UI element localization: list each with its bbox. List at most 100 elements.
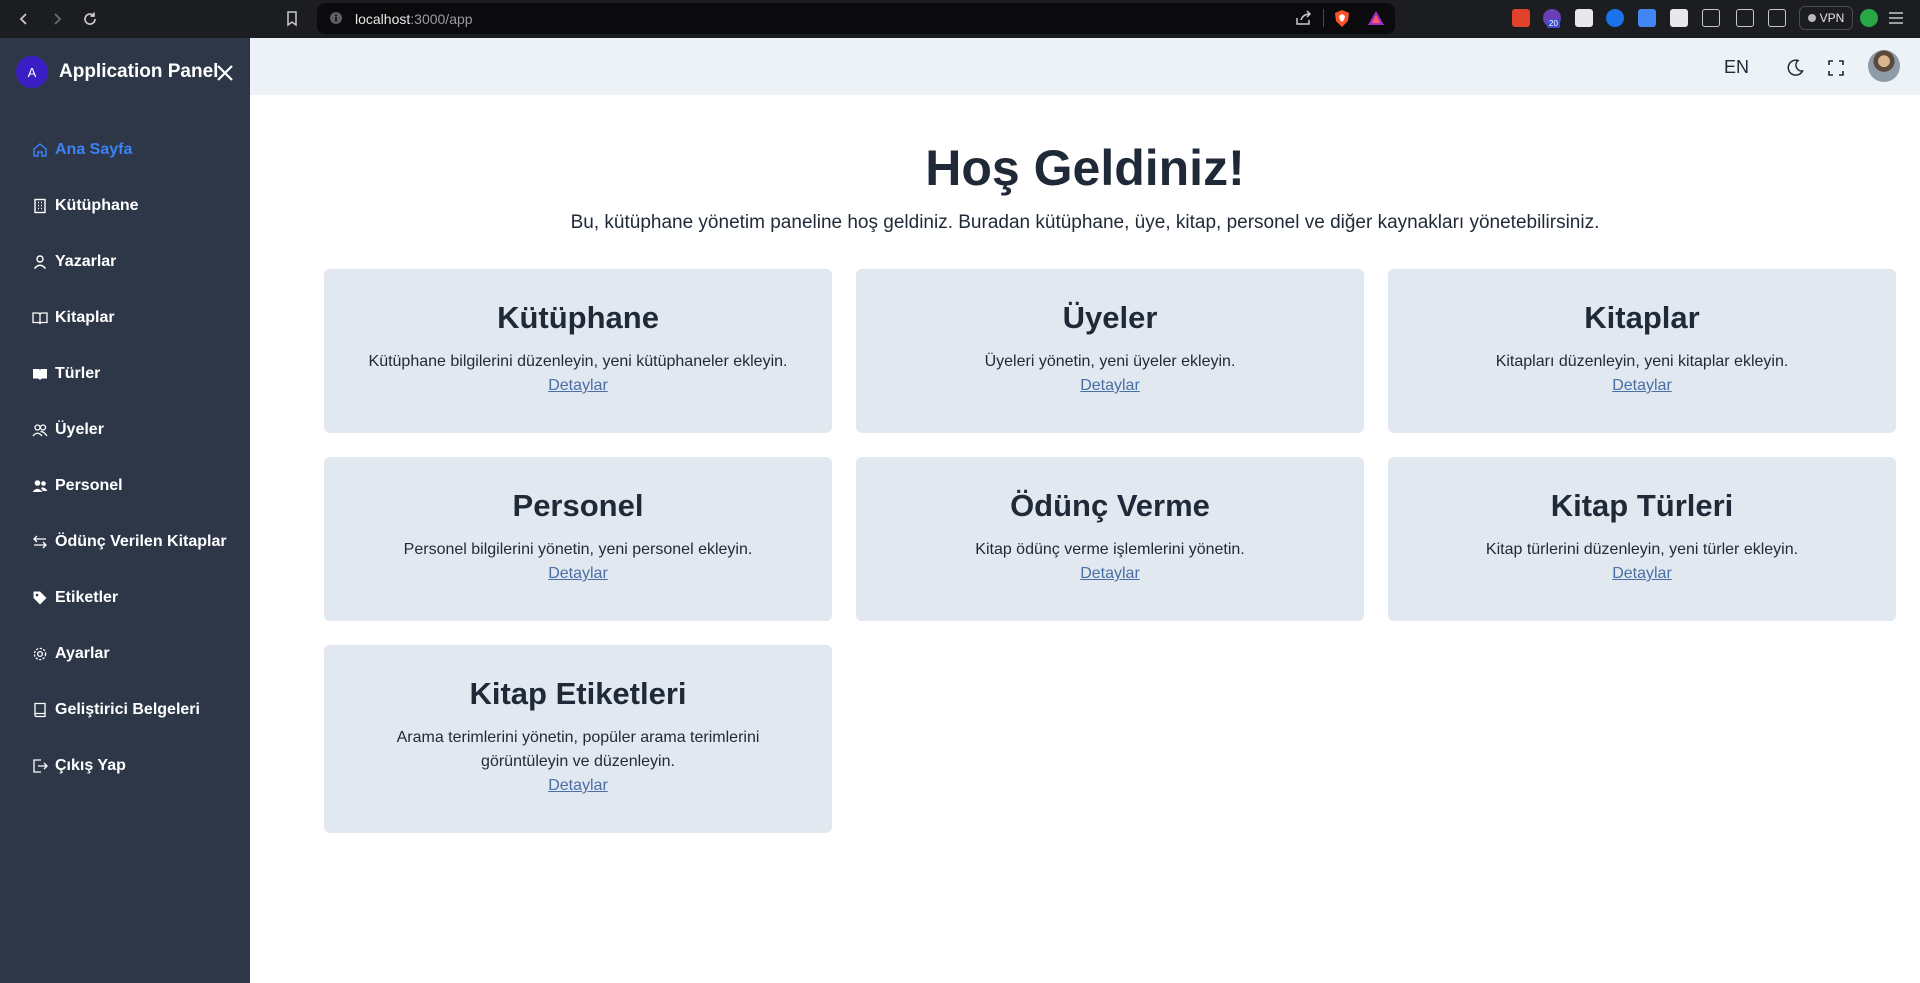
puzzle-icon[interactable] (1702, 9, 1720, 27)
card-title: Ödünç Verme (1010, 488, 1210, 523)
back-icon[interactable] (14, 9, 34, 29)
sidebar-item-label: Etiketler (55, 589, 119, 606)
card-title: Kitaplar (1584, 300, 1700, 335)
profile-extension-icon[interactable] (1860, 9, 1878, 27)
details-link[interactable]: Detaylar (1612, 374, 1672, 398)
topbar (250, 38, 1920, 95)
qr-code-icon[interactable] (1670, 9, 1688, 27)
brave-rewards-icon[interactable] (1367, 10, 1385, 31)
people-icon (32, 478, 48, 494)
close-sidebar-icon[interactable] (214, 62, 236, 84)
sidebar-item-label: Çıkış Yap (55, 757, 126, 774)
card-description: Kitapları düzenleyin, yeni kitaplar ekle… (1495, 353, 1789, 370)
tag-icon (32, 590, 48, 606)
sidebar-item-yazarlar[interactable]: Yazarlar (32, 250, 116, 274)
logout-icon (32, 758, 48, 774)
menu-icon[interactable] (1888, 11, 1904, 30)
card-title: Kitap Etiketleri (469, 676, 687, 711)
card-kutuphane: Kütüphane Kütüphane bilgilerini düzenley… (324, 269, 832, 433)
sidebar-item-label: Türler (55, 365, 101, 382)
sidebar: A Application Panel Ana Sayfa Kütüphane … (0, 38, 250, 983)
sidebar-toggle-icon[interactable] (1736, 9, 1754, 27)
details-link[interactable]: Detaylar (1080, 562, 1140, 586)
card-description: Personel bilgilerini yönetin, yeni perso… (403, 541, 753, 558)
url-divider (1323, 9, 1324, 27)
sidebar-item-label: Ana Sayfa (55, 141, 133, 158)
sidebar-item-label: Kitaplar (55, 309, 115, 326)
card-kitaplar: Kitaplar Kitapları düzenleyin, yeni kita… (1388, 269, 1896, 433)
sidebar-item-label: Üyeler (55, 421, 104, 438)
sidebar-item-label: Ödünç Verilen Kitaplar (55, 533, 227, 550)
sidebar-item-odunc-verilen-kitaplar[interactable]: Ödünç Verilen Kitaplar (32, 530, 227, 554)
vpn-label: VPN (1819, 11, 1845, 25)
bitwarden-icon[interactable] (1575, 9, 1593, 27)
address-bar[interactable]: localhost:3000/app (317, 3, 1395, 34)
card-description: Kitap ödünç verme işlemlerini yönetin. (975, 541, 1245, 558)
card-description: Arama terimlerini yönetin, popüler arama… (396, 729, 760, 770)
forward-icon[interactable] (47, 9, 67, 29)
bookmark-icon[interactable] (282, 9, 302, 29)
user-icon (32, 254, 48, 270)
card-kitap-turleri: Kitap Türleri Kitap türlerini düzenleyin… (1388, 457, 1896, 621)
sidebar-item-label: Personel (55, 477, 123, 494)
extension-icon[interactable] (1512, 9, 1530, 27)
sidebar-item-gelistirici-belgeleri[interactable]: Geliştirici Belgeleri (32, 698, 200, 722)
sidebar-item-uyeler[interactable]: Üyeler (32, 418, 104, 442)
card-description: Üyeleri yönetin, yeni üyeler ekleyin. (984, 353, 1236, 370)
site-info-icon[interactable] (329, 11, 343, 30)
gear-icon (32, 646, 48, 662)
language-switch[interactable]: EN (1724, 57, 1749, 78)
app-title: Application Panel (59, 61, 219, 82)
app-avatar: A (16, 56, 48, 88)
sidebar-item-label: Yazarlar (55, 253, 117, 270)
book-icon (32, 366, 48, 382)
extension-blue-icon[interactable] (1606, 9, 1624, 27)
sidebar-item-label: Kütüphane (55, 197, 139, 214)
card-description: Kitap türlerini düzenleyin, yeni türler … (1485, 541, 1799, 558)
page-subtitle: Bu, kütüphane yönetim paneline hoş geldi… (570, 212, 1600, 233)
sidebar-item-cikis-yap[interactable]: Çıkış Yap (32, 754, 126, 778)
sidebar-item-kitaplar[interactable]: Kitaplar (32, 306, 115, 330)
book-open-icon (32, 310, 48, 326)
card-odunc-verme: Ödünç Verme Kitap ödünç verme işlemlerin… (856, 457, 1364, 621)
share-icon[interactable] (1295, 10, 1313, 31)
user-avatar[interactable] (1868, 50, 1900, 82)
card-uyeler: Üyeler Üyeleri yönetin, yeni üyeler ekle… (856, 269, 1364, 433)
sidebar-item-kutuphane[interactable]: Kütüphane (32, 194, 139, 218)
translate-icon[interactable] (1638, 9, 1656, 27)
details-link[interactable]: Detaylar (548, 774, 608, 798)
wallet-icon[interactable] (1768, 9, 1786, 27)
brand: A Application Panel (16, 56, 218, 88)
sidebar-item-ana-sayfa[interactable]: Ana Sayfa (32, 138, 132, 162)
building-icon (32, 198, 48, 214)
home-icon (32, 142, 48, 158)
card-title: Kütüphane (497, 300, 659, 335)
card-kitap-etiketleri: Kitap Etiketleri Arama terimlerini yönet… (324, 645, 832, 833)
url-text: localhost:3000/app (355, 11, 473, 27)
details-link[interactable]: Detaylar (1612, 562, 1672, 586)
fullscreen-icon[interactable] (1827, 59, 1845, 77)
card-title: Üyeler (1062, 300, 1158, 335)
moon-icon[interactable] (1785, 58, 1805, 78)
sidebar-item-ayarlar[interactable]: Ayarlar (32, 642, 110, 666)
reload-icon[interactable] (80, 9, 100, 29)
details-link[interactable]: Detaylar (548, 374, 608, 398)
details-link[interactable]: Detaylar (548, 562, 608, 586)
card-description: Kütüphane bilgilerini düzenleyin, yeni k… (368, 353, 788, 370)
extension-badge-icon[interactable]: 20 (1543, 9, 1561, 28)
card-title: Personel (512, 488, 644, 523)
card-personel: Personel Personel bilgilerini yönetin, y… (324, 457, 832, 621)
page-title: Hoş Geldiniz! (925, 140, 1245, 196)
vpn-status-icon (1807, 14, 1816, 22)
vpn-button[interactable]: VPN (1799, 6, 1853, 30)
card-title: Kitap Türleri (1550, 488, 1734, 523)
sidebar-item-label: Geliştirici Belgeleri (55, 701, 200, 718)
sidebar-item-turler[interactable]: Türler (32, 362, 100, 386)
sidebar-item-label: Ayarlar (55, 645, 110, 662)
sidebar-item-personel[interactable]: Personel (32, 474, 123, 498)
arrows-swap-icon (32, 534, 48, 550)
users-icon (32, 422, 48, 438)
sidebar-item-etiketler[interactable]: Etiketler (32, 586, 118, 610)
brave-shield-icon[interactable] (1333, 9, 1351, 33)
details-link[interactable]: Detaylar (1080, 374, 1140, 398)
